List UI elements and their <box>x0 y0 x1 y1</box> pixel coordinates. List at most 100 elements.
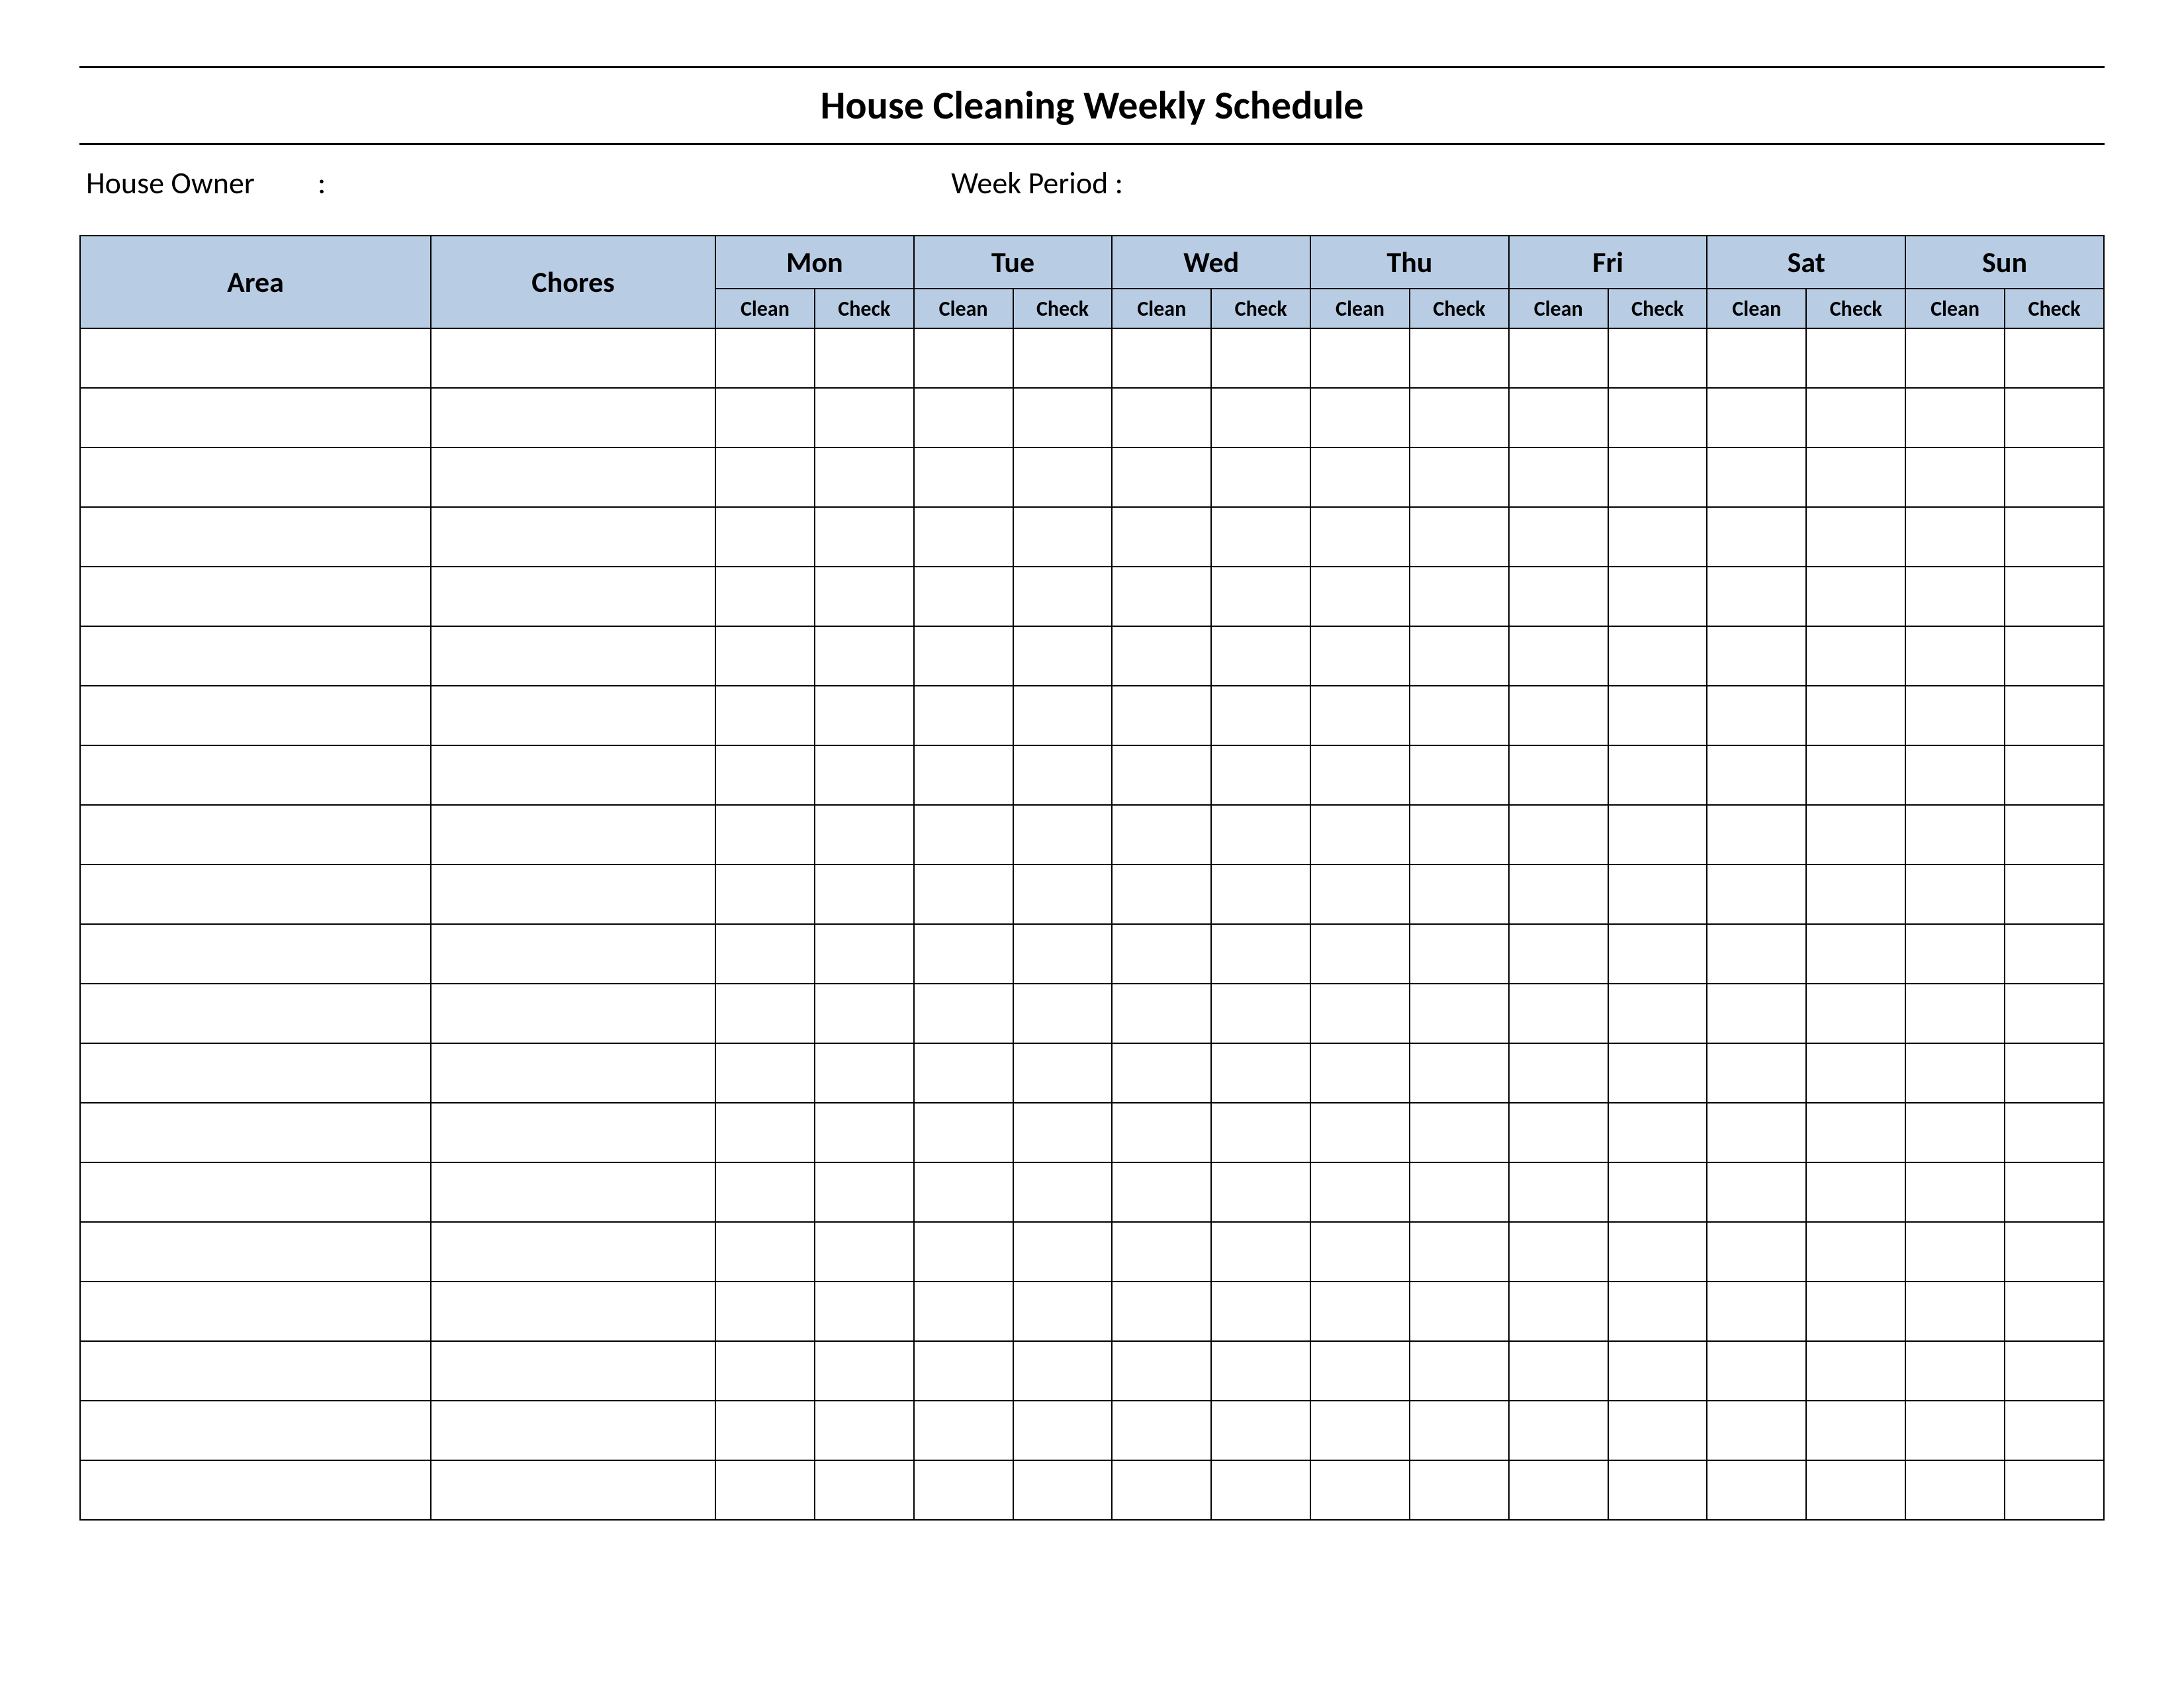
cell-day <box>1806 1282 1905 1341</box>
header-sub-check: Check <box>1211 289 1310 328</box>
cell-day <box>1410 1043 1509 1103</box>
cell-day <box>815 388 914 447</box>
cell-day <box>815 1460 914 1520</box>
cell-day <box>1211 1282 1310 1341</box>
cell-day <box>1310 567 1410 626</box>
cell-area <box>80 1460 431 1520</box>
cell-day <box>1806 1103 1905 1162</box>
cell-day <box>1112 388 1211 447</box>
cell-day <box>1112 567 1211 626</box>
cell-day <box>1112 507 1211 567</box>
cell-day <box>1905 626 2005 686</box>
cell-day <box>1707 745 1806 805</box>
cell-day <box>1211 567 1310 626</box>
header-chores: Chores <box>431 236 715 328</box>
table-row <box>80 507 2104 567</box>
cell-day <box>1112 745 1211 805</box>
cell-day <box>815 1282 914 1341</box>
cell-day <box>1806 1043 1905 1103</box>
cell-day <box>2005 1460 2104 1520</box>
cell-day <box>914 1282 1013 1341</box>
cell-day <box>1905 1401 2005 1460</box>
cell-day <box>1310 686 1410 745</box>
cell-day <box>1905 1341 2005 1401</box>
cell-day <box>1707 1162 1806 1222</box>
cell-day <box>1013 805 1113 865</box>
cell-day <box>1509 1401 1608 1460</box>
cell-day <box>715 745 815 805</box>
cell-day <box>815 328 914 388</box>
cell-day <box>2005 686 2104 745</box>
cell-day <box>1310 447 1410 507</box>
cell-day <box>1509 1282 1608 1341</box>
cell-day <box>1905 984 2005 1043</box>
cell-day <box>1211 1162 1310 1222</box>
cell-day <box>1608 1401 1707 1460</box>
cell-day <box>1707 1401 1806 1460</box>
cell-day <box>1211 1341 1310 1401</box>
cell-day <box>914 328 1013 388</box>
cell-day <box>1211 924 1310 984</box>
table-row <box>80 924 2104 984</box>
cell-area <box>80 567 431 626</box>
cell-day <box>715 984 815 1043</box>
cell-area <box>80 328 431 388</box>
cell-day <box>914 447 1013 507</box>
cell-day <box>1410 507 1509 567</box>
cell-chores <box>431 1341 715 1401</box>
table-row <box>80 328 2104 388</box>
cell-day <box>1905 865 2005 924</box>
cell-day <box>1013 447 1113 507</box>
cell-day <box>1707 1460 1806 1520</box>
cell-day <box>2005 507 2104 567</box>
cell-day <box>914 1401 1013 1460</box>
cell-day <box>715 1401 815 1460</box>
cell-day <box>1905 1282 2005 1341</box>
header-day-thu: Thu <box>1310 236 1509 289</box>
header-sub-clean: Clean <box>1905 289 2005 328</box>
cell-day <box>715 1043 815 1103</box>
cell-day <box>1013 1043 1113 1103</box>
cell-day <box>815 507 914 567</box>
cell-day <box>914 1043 1013 1103</box>
cell-day <box>1310 1282 1410 1341</box>
table-row <box>80 686 2104 745</box>
owner-label: House Owner <box>86 165 304 202</box>
cell-day <box>1112 805 1211 865</box>
header-sub-check: Check <box>1608 289 1707 328</box>
cell-day <box>1806 865 1905 924</box>
cell-day <box>914 984 1013 1043</box>
cell-day <box>1905 507 2005 567</box>
cell-day <box>1707 1103 1806 1162</box>
cell-area <box>80 1162 431 1222</box>
cell-day <box>1112 1401 1211 1460</box>
cell-day <box>1509 686 1608 745</box>
cell-day <box>1013 1103 1113 1162</box>
period-field: Week Period : <box>951 165 1123 202</box>
cell-day <box>1509 328 1608 388</box>
header-sub-clean: Clean <box>1707 289 1806 328</box>
cell-day <box>1211 805 1310 865</box>
cell-area <box>80 686 431 745</box>
cell-day <box>1013 1460 1113 1520</box>
cell-area <box>80 1341 431 1401</box>
header-sub-clean: Clean <box>715 289 815 328</box>
cell-day <box>1806 447 1905 507</box>
cell-day <box>715 328 815 388</box>
cell-day <box>1509 1162 1608 1222</box>
cell-day <box>914 1162 1013 1222</box>
cell-day <box>1013 686 1113 745</box>
cell-chores <box>431 1103 715 1162</box>
cell-day <box>1211 865 1310 924</box>
cell-day <box>2005 447 2104 507</box>
cell-day <box>1211 388 1310 447</box>
cell-day <box>1905 745 2005 805</box>
cell-day <box>715 1103 815 1162</box>
table-row <box>80 447 2104 507</box>
cell-day <box>1211 626 1310 686</box>
cell-day <box>914 924 1013 984</box>
cell-day <box>715 1222 815 1282</box>
cell-day <box>1013 984 1113 1043</box>
cell-day <box>1310 1222 1410 1282</box>
table-row <box>80 1043 2104 1103</box>
